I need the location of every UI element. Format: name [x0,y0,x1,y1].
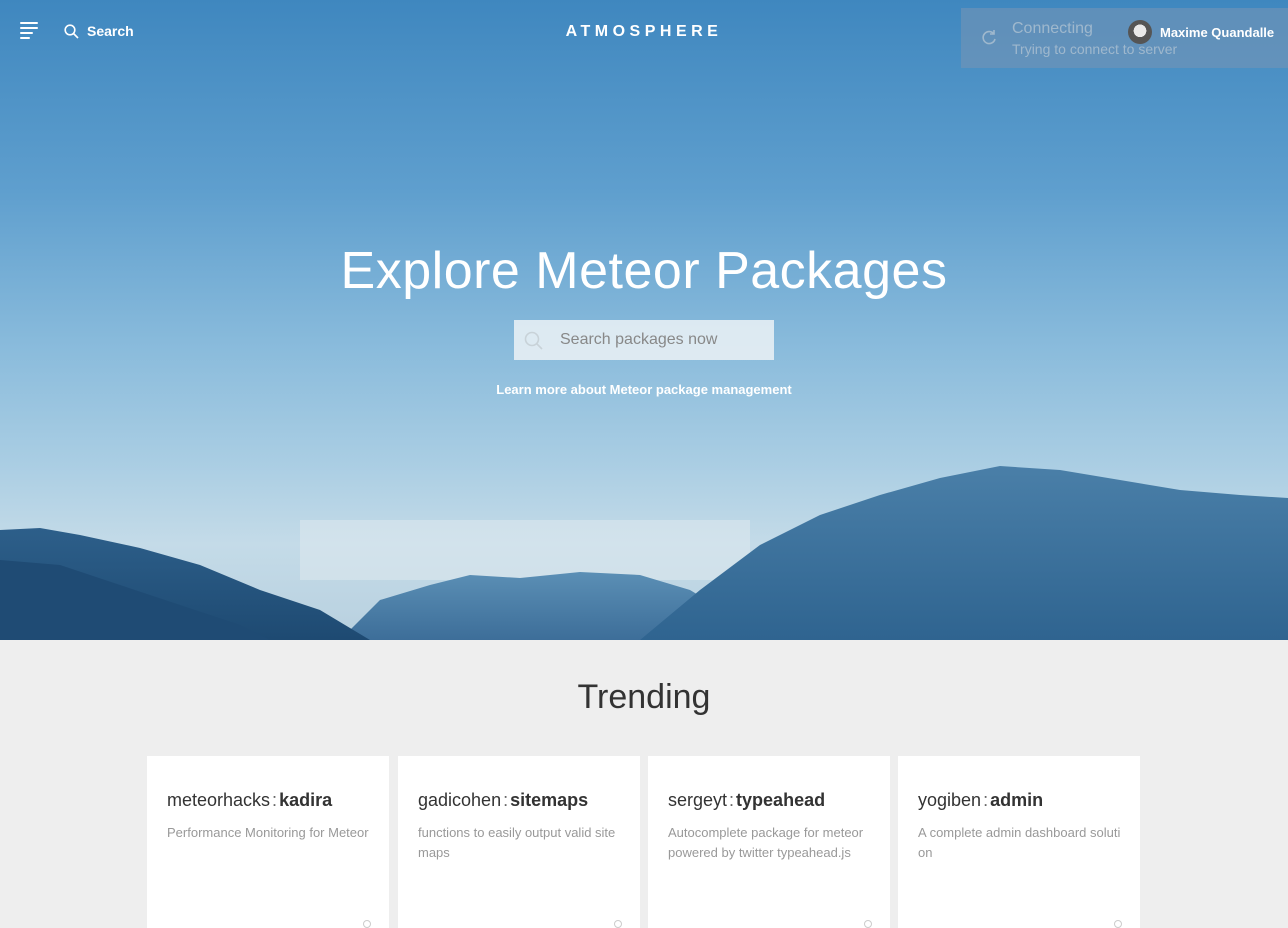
user-menu[interactable]: Maxime Quandalle [1128,20,1274,44]
package-owner: gadicohen [418,790,502,810]
package-name: kadira [279,790,333,810]
package-card[interactable]: gadicohen: sitemaps functions to easily o… [398,756,640,928]
package-name: admin [990,790,1044,810]
search-icon [524,331,543,350]
package-description: functions to easily output valid sitemap… [418,825,616,860]
hero-headline: Explore Meteor Packages [340,242,948,300]
package-owner: meteorhacks [167,790,271,810]
package-owner: sergeyt [668,790,728,810]
package-title: gadicohen: sitemaps [418,790,588,811]
package-card[interactable]: yogiben: admin A complete admin dashboard… [898,756,1140,928]
top-navigation-bar: Search ATMOSPHERE Connecting Trying to c… [0,0,1288,68]
star-icon [614,920,622,928]
package-description: Performance Monitoring for Meteor [167,825,369,840]
package-name: sitemaps [510,790,589,810]
hero-search-box[interactable] [514,320,774,360]
star-icon [1114,920,1122,928]
package-separator: : [272,790,278,810]
status-title: Connecting [1012,20,1093,37]
refresh-icon [982,30,996,45]
star-icon [363,920,371,928]
package-owner: yogiben [918,790,982,810]
package-description: Autocomplete package for meteor powered … [668,825,864,860]
package-description: A complete admin dashboard solution [918,825,1121,860]
trending-package-list: meteorhacks: kadira Performance Monitorin… [147,756,1141,928]
avatar [1128,20,1152,44]
learn-more-link[interactable]: Learn more about Meteor package manageme… [0,382,1288,397]
package-separator: : [503,790,509,810]
hero-section: Search ATMOSPHERE Connecting Trying to c… [0,0,1288,640]
package-name: typeahead [736,790,826,810]
hero-search-input[interactable] [560,320,770,360]
user-name: Maxime Quandalle [1160,24,1275,40]
package-title: meteorhacks: kadira [167,790,332,811]
trending-heading: Trending [577,678,711,716]
package-separator: : [729,790,735,810]
package-title: yogiben: admin [918,790,1043,811]
package-separator: : [983,790,989,810]
star-icon [864,920,872,928]
package-title: sergeyt: typeahead [668,790,825,811]
package-card[interactable]: sergeyt: typeahead Autocomplete package f… [648,756,890,928]
package-card[interactable]: meteorhacks: kadira Performance Monitorin… [147,756,389,928]
